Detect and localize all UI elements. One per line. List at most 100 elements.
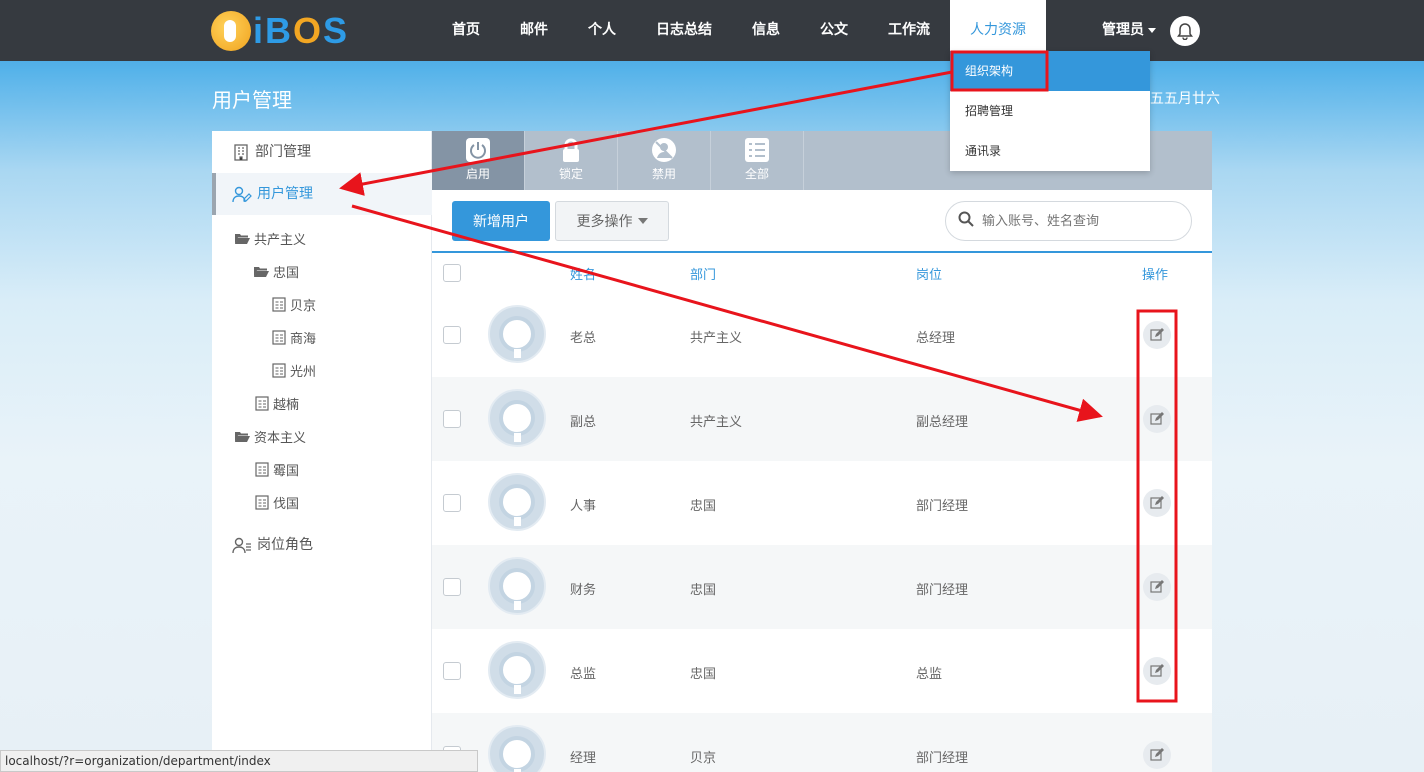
tree-node[interactable]: 忠国	[253, 261, 299, 281]
search-input[interactable]	[982, 213, 1172, 229]
banned-user-icon	[651, 137, 677, 163]
sidebar-item-label: 部门管理	[255, 144, 311, 160]
user-dept: 贝京	[690, 751, 717, 766]
edit-icon[interactable]	[1143, 489, 1171, 517]
nav-diary[interactable]: 日志总结	[656, 0, 712, 61]
row-checkbox[interactable]	[443, 662, 461, 680]
user-name[interactable]: 老总	[570, 327, 596, 346]
row-checkbox[interactable]	[443, 494, 461, 512]
avatar	[488, 473, 546, 531]
power-icon	[465, 137, 491, 163]
menu-item-recruitment[interactable]: 招聘管理	[950, 91, 1150, 131]
tree-node[interactable]: 伐国	[255, 492, 299, 512]
select-all-checkbox[interactable]	[443, 264, 461, 282]
row-checkbox[interactable]	[443, 578, 461, 596]
add-user-button[interactable]: 新增用户	[452, 201, 550, 241]
tab-label: 锁定	[558, 167, 583, 181]
user-dept: 忠国	[690, 499, 717, 514]
table-row	[432, 293, 1212, 377]
user-post: 总监	[916, 667, 943, 682]
list-icon	[744, 137, 770, 163]
avatar	[488, 641, 546, 699]
avatar	[488, 557, 546, 615]
tree-node-label: 越楠	[273, 397, 300, 413]
menu-item-org-structure[interactable]: 组织架构	[950, 51, 1150, 91]
tree-node[interactable]: 霉国	[255, 459, 299, 479]
more-actions-label: 更多操作	[576, 214, 633, 230]
tree-node[interactable]: 共产主义	[234, 228, 306, 248]
date-text: 五五月廿六	[1150, 91, 1220, 107]
tab-label: 启用	[465, 167, 490, 181]
tree-node[interactable]: 商海	[272, 327, 316, 347]
table-row	[432, 713, 1212, 772]
tree-node-label: 光州	[290, 364, 317, 380]
user-name[interactable]: 财务	[570, 579, 596, 598]
edit-icon[interactable]	[1143, 405, 1171, 433]
dept-leaf-icon	[255, 494, 269, 510]
tab-disabled[interactable]: 禁用	[618, 131, 711, 190]
col-header-name[interactable]: 姓名	[570, 264, 596, 283]
tab-all[interactable]: 全部	[711, 131, 804, 190]
row-checkbox[interactable]	[443, 410, 461, 428]
tab-label: 禁用	[651, 167, 676, 181]
tree-node[interactable]: 贝京	[272, 294, 316, 314]
tree-node[interactable]: 资本主义	[234, 426, 306, 446]
table-row	[432, 461, 1212, 545]
nav-document[interactable]: 公文	[820, 0, 848, 61]
hr-dropdown-menu: 组织架构 招聘管理 通讯录	[950, 51, 1150, 171]
nav-personal[interactable]: 个人	[588, 0, 616, 61]
role-icon	[232, 536, 252, 554]
table-row	[432, 377, 1212, 461]
admin-label: 管理员	[1102, 22, 1144, 38]
tab-enabled[interactable]: 启用	[432, 131, 525, 190]
caret-down-icon	[1148, 27, 1156, 33]
table-row	[432, 629, 1212, 713]
edit-icon[interactable]	[1143, 657, 1171, 685]
sidebar-item-users[interactable]: 用户管理	[212, 173, 432, 215]
avatar	[488, 389, 546, 447]
user-dept: 共产主义	[690, 415, 743, 430]
logo-wordmark: iBOS	[253, 10, 350, 51]
tree-node[interactable]: 越楠	[255, 393, 299, 413]
row-checkbox[interactable]	[443, 326, 461, 344]
col-header-actions: 操作	[1142, 268, 1169, 283]
dept-leaf-icon	[255, 461, 269, 477]
search-box[interactable]	[945, 201, 1192, 241]
user-name[interactable]: 人事	[570, 495, 596, 514]
building-icon	[232, 143, 250, 161]
lock-icon	[558, 137, 584, 163]
menu-item-contacts[interactable]: 通讯录	[950, 131, 1150, 171]
caret-down-icon	[637, 218, 648, 224]
user-name[interactable]: 总监	[570, 663, 596, 682]
tree-node-label: 忠国	[273, 265, 300, 281]
nav-mail[interactable]: 邮件	[520, 0, 548, 61]
edit-icon[interactable]	[1143, 573, 1171, 601]
user-dept: 忠国	[690, 583, 717, 598]
tree-node-label: 伐国	[273, 496, 300, 512]
tab-locked[interactable]: 锁定	[525, 131, 618, 190]
user-icon	[232, 185, 252, 203]
user-post: 部门经理	[916, 751, 969, 766]
edit-icon[interactable]	[1143, 321, 1171, 349]
folder-open-icon	[234, 430, 250, 443]
user-name[interactable]: 副总	[570, 411, 596, 430]
sidebar-item-roles[interactable]: 岗位角色	[212, 524, 432, 566]
user-post: 部门经理	[916, 583, 969, 598]
nav-message[interactable]: 信息	[752, 0, 780, 61]
nav-home[interactable]: 首页	[452, 0, 480, 61]
ibos-logo[interactable]: iBOS	[211, 10, 349, 52]
table-row	[432, 545, 1212, 629]
tree-node[interactable]: 光州	[272, 360, 316, 380]
browser-status-url: localhost/?r=organization/department/ind…	[0, 750, 478, 772]
user-name[interactable]: 经理	[570, 747, 596, 766]
col-header-dept[interactable]: 部门	[690, 264, 716, 283]
user-post: 副总经理	[916, 415, 969, 430]
user-dept: 共产主义	[690, 331, 743, 346]
col-header-post[interactable]: 岗位	[916, 264, 942, 283]
more-actions-button[interactable]: 更多操作	[555, 201, 669, 241]
dept-leaf-icon	[272, 362, 286, 378]
nav-workflow[interactable]: 工作流	[888, 0, 930, 61]
edit-icon[interactable]	[1143, 741, 1171, 769]
sidebar-item-department[interactable]: 部门管理	[212, 131, 432, 173]
bell-icon[interactable]	[1170, 16, 1200, 46]
